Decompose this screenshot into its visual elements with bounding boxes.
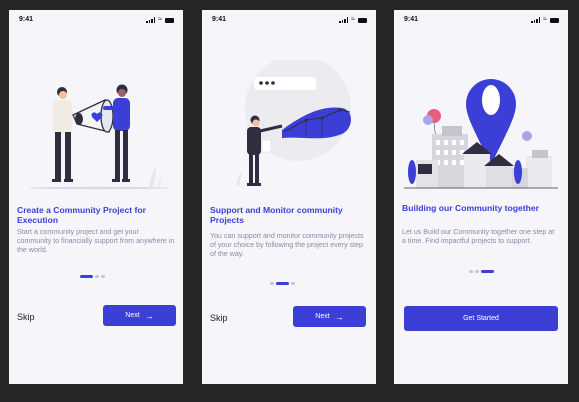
onboarding-screen-1: 9:41 ≈ Create a Community Project for Ex… (9, 10, 183, 384)
page-dot (469, 270, 473, 273)
monitor-project-illustration (236, 60, 351, 186)
status-bar: 9:41 ≈ (394, 16, 568, 28)
page-dot (95, 275, 99, 278)
screen-title: Building our Community together (402, 203, 540, 213)
screen-title: Support and Monitor community Projects (210, 205, 343, 225)
next-button[interactable]: Next → (103, 305, 176, 326)
battery-icon (165, 17, 174, 23)
next-button-label: Next (315, 313, 330, 320)
status-time: 9:41 (404, 16, 419, 23)
skip-button[interactable]: Skip (17, 312, 35, 322)
screen-description: Let us Build our Community together one … (402, 228, 555, 245)
page-dot-active (481, 270, 494, 273)
get-started-button[interactable]: Get Started (404, 306, 558, 331)
status-bar: 9:41 ≈ (202, 16, 376, 28)
page-indicator (270, 282, 295, 285)
status-time: 9:41 (19, 16, 34, 23)
status-bar: 9:41 ≈ (9, 16, 183, 28)
screen-description: Start a community project and get your c… (17, 228, 175, 254)
status-time: 9:41 (212, 16, 227, 23)
signal-icon (339, 17, 349, 23)
page-dot-active (80, 275, 93, 278)
screen-title: Create a Community Project for Execution (17, 205, 146, 225)
signal-icon (531, 17, 541, 23)
onboarding-screen-3: 9:41 ≈ Building our Community together L… (394, 10, 568, 384)
arrow-right-icon: → (334, 311, 344, 322)
wifi-icon: ≈ (351, 16, 355, 23)
next-button[interactable]: Next → (293, 306, 366, 327)
battery-icon (358, 17, 367, 23)
signal-icon (146, 17, 156, 23)
arrow-right-icon: → (144, 310, 154, 321)
battery-icon (550, 17, 559, 23)
wifi-icon: ≈ (543, 16, 547, 23)
screen-description: You can support and monitor community pr… (210, 232, 364, 258)
wifi-icon: ≈ (158, 16, 162, 23)
page-dot (270, 282, 274, 285)
page-dot (101, 275, 105, 278)
next-button-label: Next (125, 312, 140, 319)
community-project-illustration (29, 84, 169, 190)
onboarding-screen-2: 9:41 ≈ Support and Monitor community Pro… (202, 10, 376, 384)
community-building-illustration (404, 79, 558, 189)
skip-button[interactable]: Skip (210, 313, 228, 323)
page-dot (475, 270, 479, 273)
page-dot (291, 282, 295, 285)
page-dot-active (276, 282, 289, 285)
page-indicator (80, 275, 105, 278)
page-indicator (469, 270, 494, 273)
